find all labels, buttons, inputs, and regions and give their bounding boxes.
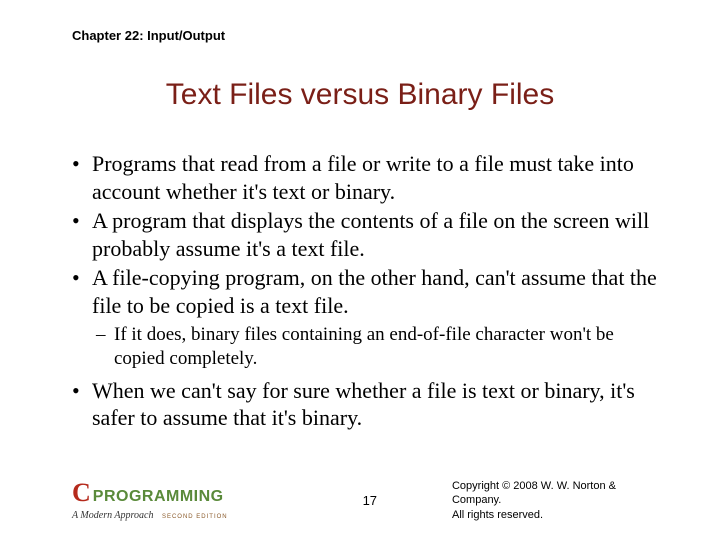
bullet-list: Programs that read from a file or write … — [72, 150, 662, 319]
logo-letter: C — [72, 480, 91, 506]
book-logo: C PROGRAMMING A Modern Approach SECOND E… — [72, 480, 228, 522]
bullet-item: When we can't say for sure whether a fil… — [72, 377, 662, 432]
bullet-list: When we can't say for sure whether a fil… — [72, 377, 662, 432]
copyright-line: Copyright © 2008 W. W. Norton & Company. — [452, 479, 662, 508]
slide-title: Text Files versus Binary Files — [0, 78, 720, 112]
copyright-line: All rights reserved. — [452, 508, 662, 522]
sub-bullet-item: If it does, binary files containing an e… — [96, 323, 662, 371]
sub-bullet-list: If it does, binary files containing an e… — [96, 323, 662, 371]
bullet-item: Programs that read from a file or write … — [72, 150, 662, 205]
slide-body: Programs that read from a file or write … — [72, 150, 662, 434]
bullet-item: A program that displays the contents of … — [72, 207, 662, 262]
page-number: 17 — [363, 493, 377, 508]
logo-edition: SECOND EDITION — [162, 514, 228, 520]
bullet-item: A file-copying program, on the other han… — [72, 264, 662, 319]
logo-subtitle: A Modern Approach — [72, 510, 153, 521]
logo-word: PROGRAMMING — [93, 489, 224, 505]
copyright-text: Copyright © 2008 W. W. Norton & Company.… — [452, 479, 662, 522]
chapter-label: Chapter 22: Input/Output — [72, 28, 225, 43]
slide-footer: C PROGRAMMING A Modern Approach SECOND E… — [72, 479, 662, 522]
